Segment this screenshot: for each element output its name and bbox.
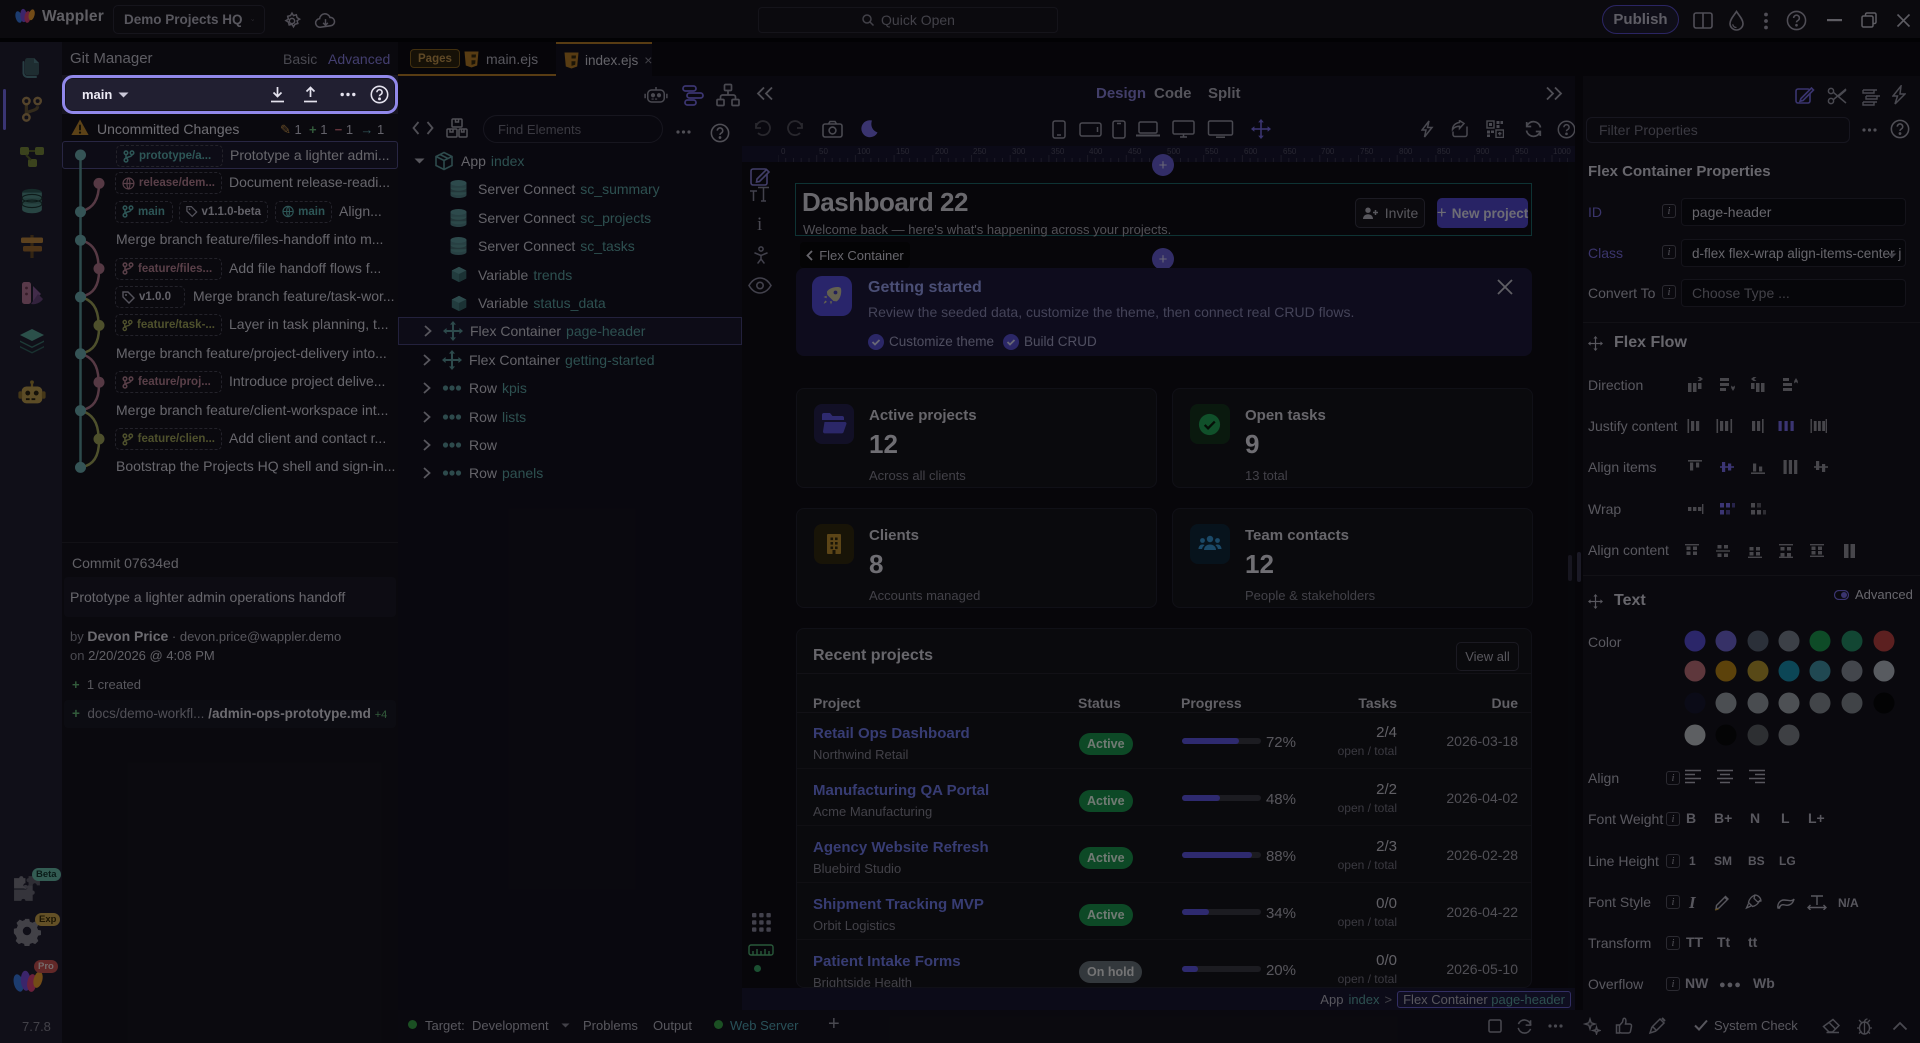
svg-text:200: 200: [935, 147, 949, 156]
svg-text:1000: 1000: [1553, 147, 1571, 156]
svg-text:850: 850: [1437, 147, 1451, 156]
svg-text:700: 700: [1321, 147, 1335, 156]
svg-text:800: 800: [1399, 147, 1413, 156]
svg-text:0: 0: [781, 147, 786, 156]
svg-text:600: 600: [1244, 147, 1258, 156]
svg-text:450: 450: [1128, 147, 1142, 156]
svg-text:150: 150: [896, 147, 910, 156]
svg-text:950: 950: [1515, 147, 1529, 156]
svg-text:350: 350: [1051, 147, 1065, 156]
svg-text:650: 650: [1283, 147, 1297, 156]
svg-text:100: 100: [857, 147, 871, 156]
svg-text:750: 750: [1360, 147, 1374, 156]
svg-text:300: 300: [1012, 147, 1026, 156]
svg-text:250: 250: [973, 147, 987, 156]
svg-text:400: 400: [1089, 147, 1103, 156]
svg-text:550: 550: [1205, 147, 1219, 156]
svg-text:500: 500: [1167, 147, 1181, 156]
svg-text:50: 50: [819, 147, 828, 156]
svg-text:900: 900: [1476, 147, 1490, 156]
